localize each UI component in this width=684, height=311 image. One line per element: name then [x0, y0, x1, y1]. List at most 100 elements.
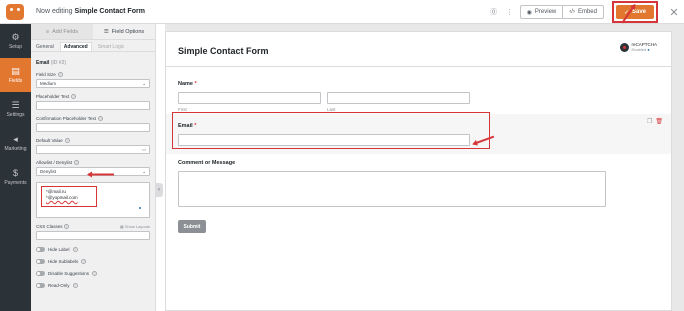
toggle-switch[interactable] — [36, 271, 45, 276]
preview-button[interactable]: ◉ Preview — [519, 5, 564, 19]
layout-icon: ▦ — [119, 224, 124, 229]
email-label: Email * — [178, 123, 196, 129]
comment-textarea[interactable] — [178, 171, 606, 207]
submit-button[interactable]: Submit — [178, 220, 206, 233]
sidebar-item-label: Fields — [8, 77, 23, 84]
field-id: (ID #2) — [50, 60, 67, 66]
label-text: Name — [178, 81, 193, 87]
sidebar-item-label: Settings — [6, 111, 25, 118]
annotation-arrow — [88, 174, 114, 176]
chevron-left-icon: ‹ — [158, 187, 160, 193]
required-mark: * — [194, 81, 197, 87]
form-name: Simple Contact Form — [74, 8, 145, 15]
required-mark: * — [194, 123, 197, 129]
help-icon: ? — [72, 283, 78, 288]
subtab-general[interactable]: General — [36, 42, 54, 51]
css-classes-input[interactable] — [36, 231, 150, 240]
history-icon[interactable]: ⋮ — [504, 6, 516, 18]
help-icon: ? — [71, 94, 77, 99]
tab-field-options[interactable]: ☰ Field Options — [93, 24, 155, 39]
read-only-toggle[interactable]: Read-Only? — [36, 282, 150, 289]
comment-label: Comment or Message — [178, 160, 236, 166]
field-options-panel: ≡ Add Fields ☰ Field Options General Adv… — [31, 24, 156, 311]
field-size-label: Field Size? — [36, 72, 150, 77]
toggle-switch[interactable] — [36, 283, 45, 288]
sidebar-item-settings[interactable]: ☰ Settings — [0, 92, 31, 126]
sliders-icon: ☰ — [103, 28, 109, 35]
subtab-smart-logic[interactable]: Smart Logic — [98, 42, 125, 51]
help-icon: ? — [63, 224, 69, 229]
collapse-panel-handle[interactable]: ‹ — [155, 183, 163, 197]
css-classes-row: CSS Classes ? ▦ Show Layouts — [36, 224, 150, 229]
confirm-placeholder-input[interactable] — [36, 123, 150, 132]
sidebar-item-label: Payments — [4, 179, 27, 186]
label-text: Default Value — [36, 138, 63, 143]
last-name-input[interactable] — [327, 92, 470, 104]
help-icon: ? — [64, 138, 70, 143]
css-classes-label: CSS Classes ? — [36, 224, 69, 229]
sidebar-item-payments[interactable]: $ Payments — [0, 160, 31, 194]
check-circle-icon: ● — [647, 47, 650, 52]
disable-suggestions-toggle[interactable]: Disable Suggestions? — [36, 270, 150, 277]
recaptcha-badge[interactable]: reCAPTCHA Enabled ● — [620, 42, 657, 52]
allowlist-label: Allowlist / Denylist? — [36, 160, 150, 165]
embed-label: Embed — [577, 9, 597, 15]
smart-tag-icon[interactable]: ▭ — [142, 147, 146, 153]
label-text: Placeholder Text — [36, 94, 70, 99]
email-input[interactable] — [178, 134, 470, 146]
help-icon: ? — [92, 271, 98, 276]
select-value: Denylist — [40, 169, 57, 174]
toggle-switch[interactable] — [36, 247, 45, 252]
list-icon: ≡ — [45, 28, 50, 35]
sidebar-item-setup[interactable]: ⚙ Setup — [0, 24, 31, 58]
label-text: CSS Classes — [36, 224, 63, 229]
confirm-placeholder-label: Confirmation Placeholder Text? — [36, 116, 150, 121]
tab-label: Add Fields — [52, 28, 79, 35]
field-size-select[interactable]: Medium ⌄ — [36, 79, 150, 88]
sidebar-item-label: Marketing — [4, 145, 27, 152]
code-icon: ‹/› — [569, 9, 575, 15]
form-title: Simple Contact Form — [178, 46, 269, 56]
denylist-textarea[interactable]: *@mail.ru *@yopmail.com — [36, 182, 150, 218]
select-value: Medium — [40, 81, 57, 86]
sliders-icon: ☰ — [11, 99, 20, 110]
field-name: Email — [36, 60, 50, 66]
gear-icon: ⚙ — [11, 31, 20, 42]
help-icon: ? — [72, 247, 78, 252]
hide-label-toggle[interactable]: Hide Label? — [36, 246, 150, 253]
default-value-input[interactable]: ▭ — [36, 145, 150, 154]
help-icon: ? — [81, 259, 87, 264]
duplicate-icon[interactable]: ❐ — [647, 118, 652, 125]
first-name-input[interactable] — [178, 92, 321, 104]
status-text: Enabled — [631, 47, 647, 52]
fields-icon: ▤ — [11, 65, 20, 76]
top-bar: Now editing Simple Contact Form ⓪ ⋮ ◉ Pr… — [0, 0, 684, 24]
show-layouts-link[interactable]: ▦ Show Layouts — [120, 224, 150, 229]
toggle-switch[interactable] — [36, 259, 45, 264]
toggle-label: Hide Label — [48, 247, 70, 252]
label-text: Confirmation Placeholder Text — [36, 116, 96, 121]
sidebar-item-marketing[interactable]: ◂ Marketing — [0, 126, 31, 160]
embed-button[interactable]: ‹/› Embed — [563, 5, 604, 19]
hide-sublabels-toggle[interactable]: Hide Sublabels? — [36, 258, 150, 265]
label-text: Allowlist / Denylist — [36, 160, 73, 165]
help-icon: ? — [97, 116, 103, 121]
tab-add-fields[interactable]: ≡ Add Fields — [31, 24, 93, 39]
placeholder-input[interactable] — [36, 101, 150, 110]
help-icon[interactable]: ⓪ — [488, 6, 500, 18]
chevron-down-icon: ⌄ — [142, 168, 146, 174]
eye-icon: ◉ — [526, 9, 532, 16]
close-icon[interactable]: ✕ — [668, 6, 680, 19]
label-text: Email — [178, 123, 193, 129]
label-text: Field Size — [36, 72, 56, 77]
form-preview: Simple Contact Form reCAPTCHA Enabled ● … — [165, 31, 672, 311]
preview-label: Preview — [534, 9, 557, 15]
sidebar-item-fields[interactable]: ▤ Fields — [0, 58, 31, 92]
trash-icon[interactable]: 🗑 — [655, 118, 663, 125]
help-icon: ? — [57, 72, 63, 77]
toggle-label: Read-Only — [48, 283, 70, 288]
tab-label: Field Options — [111, 28, 145, 35]
denylist-highlight: *@mail.ru *@yopmail.com — [41, 186, 97, 207]
form-preview-area: Simple Contact Form reCAPTCHA Enabled ● … — [165, 24, 684, 311]
subtab-advanced[interactable]: Advanced — [59, 42, 92, 51]
